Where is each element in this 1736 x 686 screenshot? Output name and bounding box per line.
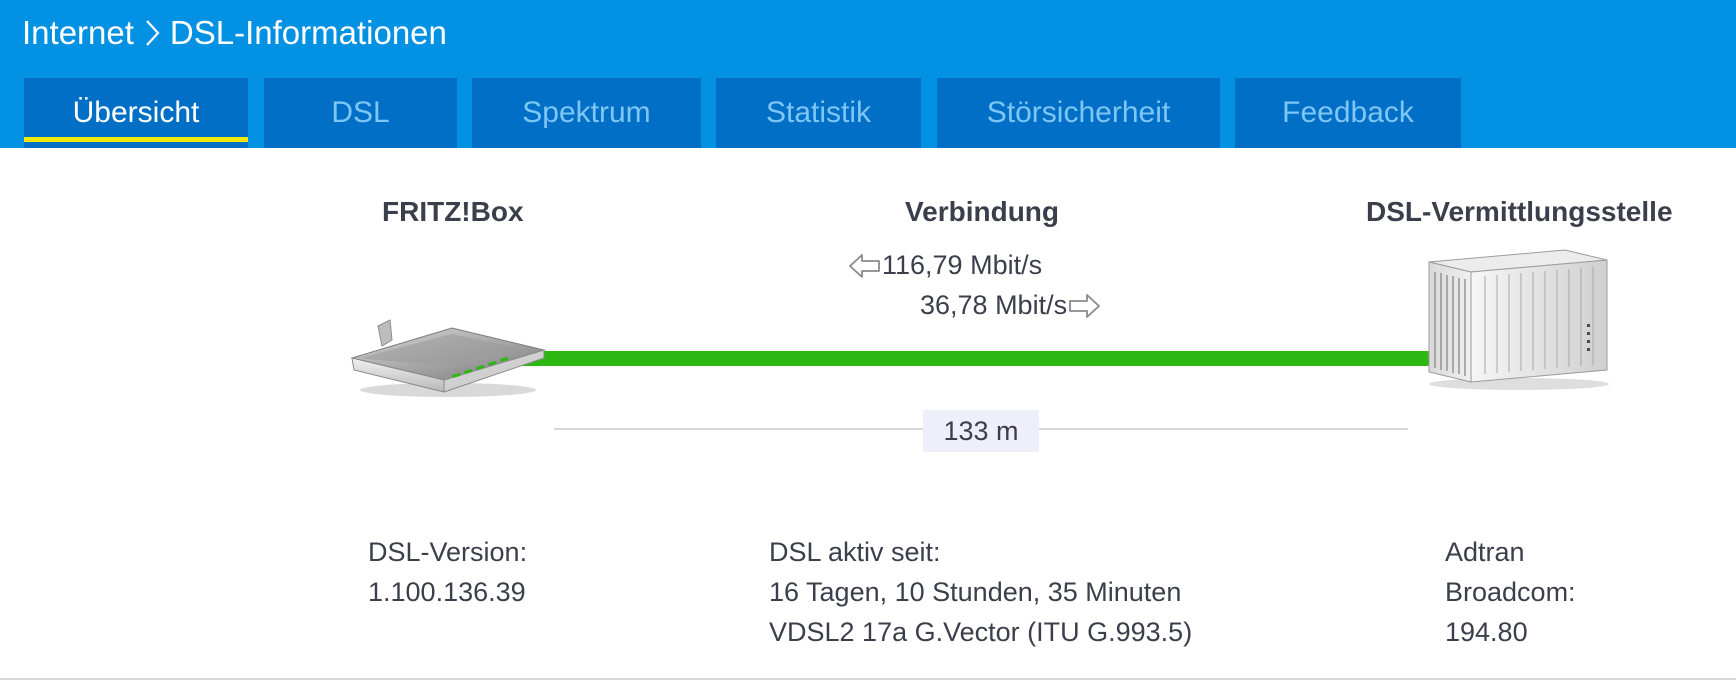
device-title: FRITZ!Box xyxy=(382,196,524,227)
breadcrumb-parent[interactable]: Internet xyxy=(22,14,134,52)
exchange-title: DSL-Vermittlungsstelle xyxy=(1366,196,1673,227)
tab-stoersicherheit[interactable]: Störsicherheit xyxy=(937,78,1220,148)
dsl-standard: VDSL2 17a G.Vector (ITU G.993.5) xyxy=(769,617,1193,647)
tab-feedback[interactable]: Feedback xyxy=(1235,78,1461,148)
connection-title: Verbindung xyxy=(905,196,1059,227)
upstream-value: 36,78 Mbit/s xyxy=(920,290,1068,320)
tab-spektrum[interactable]: Spektrum xyxy=(472,78,701,148)
arrow-right-outline-icon xyxy=(1069,293,1100,318)
dsl-active-label: DSL aktiv seit: xyxy=(769,537,941,567)
device-info: DSL-Version: 1.100.136.39 xyxy=(368,532,527,612)
router-icon xyxy=(350,319,546,397)
exchange-vendor: Adtran xyxy=(1445,537,1525,567)
dsl-active-duration: 16 Tagen, 10 Stunden, 35 Minuten xyxy=(769,577,1182,607)
connection-info: DSL aktiv seit: 16 Tagen, 10 Stunden, 35… xyxy=(769,532,1192,652)
divider xyxy=(0,678,1736,680)
tab-label: Störsicherheit xyxy=(986,96,1171,129)
tab-label: Statistik xyxy=(765,96,872,129)
exchange-info: Adtran Broadcom: 194.80 xyxy=(1445,532,1576,652)
dslam-icon xyxy=(1428,249,1609,390)
tab-label: Spektrum xyxy=(522,96,651,129)
downstream-rate: 116,79 Mbit/s xyxy=(848,250,1042,281)
chipset-label: Broadcom: xyxy=(1445,577,1576,607)
chipset-version: 194.80 xyxy=(1445,617,1528,647)
breadcrumb-current: DSL-Informationen xyxy=(169,14,447,51)
tab-statistik[interactable]: Statistik xyxy=(716,78,921,148)
page-header: Internet DSL-Informationen Übersicht DSL… xyxy=(0,0,1736,148)
dsl-line-status xyxy=(500,351,1435,366)
distance-label: 133 m xyxy=(923,410,1039,452)
tab-uebersicht[interactable]: Übersicht xyxy=(24,78,248,148)
chevron-right-icon xyxy=(146,20,160,46)
dsl-version-label: DSL-Version: xyxy=(368,537,528,567)
tab-dsl[interactable]: DSL xyxy=(264,78,457,148)
downstream-value: 116,79 Mbit/s xyxy=(882,250,1043,280)
tab-label: Übersicht xyxy=(72,96,200,129)
dsl-version-value: 1.100.136.39 xyxy=(368,577,526,607)
tab-label: DSL xyxy=(331,96,390,129)
arrow-left-outline-icon xyxy=(849,253,880,278)
upstream-rate: 36,78 Mbit/s xyxy=(920,290,1101,321)
dsl-overview-page: Internet DSL-Informationen Übersicht DSL… xyxy=(0,0,1736,686)
breadcrumb: Internet DSL-Informationen xyxy=(22,10,447,56)
tab-label: Feedback xyxy=(1282,96,1414,129)
